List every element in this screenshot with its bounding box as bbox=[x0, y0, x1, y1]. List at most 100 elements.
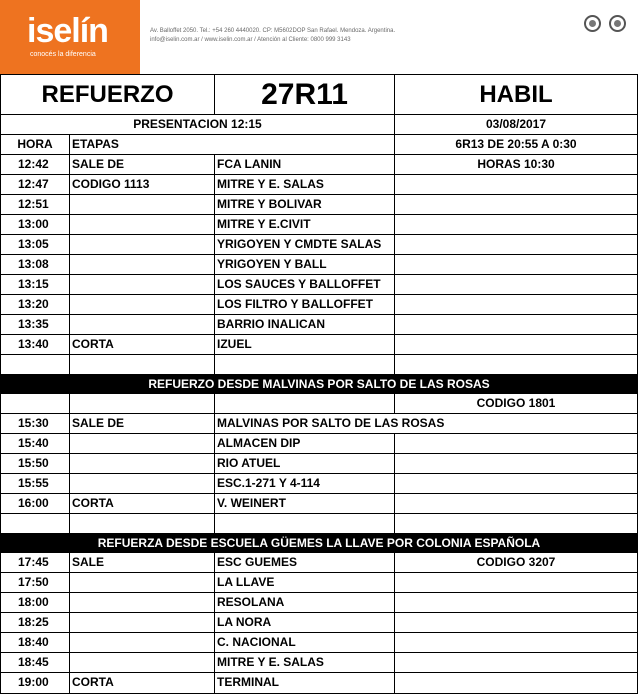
table-row: 13:35 BARRIO INALICAN bbox=[0, 315, 638, 335]
schedule-date: 03/08/2017 bbox=[485, 117, 547, 131]
row-place: C. NACIONAL bbox=[217, 635, 296, 649]
code-row: CODIGO 1801 bbox=[0, 394, 638, 414]
row-place: LOS FILTRO Y BALLOFFET bbox=[217, 297, 373, 311]
logo-tagline: conocés la diferencia bbox=[30, 51, 96, 58]
row-place: MITRE Y BOLIVAR bbox=[217, 197, 322, 211]
table-row: 12:42 SALE DE FCA LANIN HORAS 10:30 bbox=[0, 155, 638, 175]
row-time: 13:00 bbox=[18, 217, 49, 231]
row-place: TERMINAL bbox=[217, 675, 279, 689]
table-row: 15:40 ALMACEN DIP bbox=[0, 434, 638, 454]
company-logo: iselín conocés la diferencia bbox=[0, 0, 140, 74]
hours-total: HORAS 10:30 bbox=[477, 157, 555, 171]
row-place: BARRIO INALICAN bbox=[217, 317, 325, 331]
table-row: 12:51 MITRE Y BOLIVAR bbox=[0, 195, 638, 215]
column-header-time: HORA bbox=[17, 137, 53, 151]
row-place: MITRE Y E.CIVIT bbox=[217, 217, 311, 231]
row-place: RIO ATUEL bbox=[217, 456, 281, 470]
table-row: 18:45 MITRE Y E. SALAS bbox=[0, 653, 638, 673]
table-row: 12:47 CODIGO 1113 MITRE Y E. SALAS bbox=[0, 175, 638, 195]
row-time: 19:00 bbox=[18, 675, 49, 689]
row-time: 13:40 bbox=[18, 337, 49, 351]
row-time: 12:42 bbox=[18, 157, 49, 171]
row-time: 17:50 bbox=[18, 575, 49, 589]
table-row: 17:45 SALE ESC GUEMES CODIGO 3207 bbox=[0, 553, 638, 573]
row-action: CODIGO 1113 bbox=[72, 177, 150, 191]
row-place: ALMACEN DIP bbox=[217, 436, 301, 450]
row-place: LA NORA bbox=[217, 615, 272, 629]
certification-seal-icon bbox=[584, 15, 601, 32]
row-place: MALVINAS POR SALTO DE LAS ROSAS bbox=[217, 416, 445, 430]
column-header-stage: ETAPAS bbox=[72, 137, 119, 151]
row-time: 13:08 bbox=[18, 257, 49, 271]
presentation-row: PRESENTACION 12:15 03/08/2017 bbox=[0, 115, 638, 135]
row-time: 13:20 bbox=[18, 297, 49, 311]
row-action: CORTA bbox=[72, 496, 114, 510]
table-row: 15:30 SALE DE MALVINAS POR SALTO DE LAS … bbox=[0, 414, 638, 434]
route-number: 27R11 bbox=[261, 78, 348, 111]
row-place: MITRE Y E. SALAS bbox=[217, 655, 324, 669]
table-row: 16:00 CORTA V. WEINERT bbox=[0, 494, 638, 514]
row-time: 15:30 bbox=[18, 416, 49, 430]
shift-info: 6R13 DE 20:55 A 0:30 bbox=[455, 137, 577, 151]
row-time: 12:47 bbox=[18, 177, 49, 191]
table-row: 13:05 YRIGOYEN Y CMDTE SALAS bbox=[0, 235, 638, 255]
row-time: 18:25 bbox=[18, 615, 49, 629]
table-row: 13:08 YRIGOYEN Y BALL bbox=[0, 255, 638, 275]
schedule-type: REFUERZO bbox=[41, 81, 174, 108]
row-action: SALE DE bbox=[72, 416, 125, 430]
table-row: 13:20 LOS FILTRO Y BALLOFFET bbox=[0, 295, 638, 315]
letterhead: iselín conocés la diferencia Av. Balloff… bbox=[0, 0, 638, 74]
company-address: Av. Balloffet 2050. Tel.: +54 260 444002… bbox=[150, 28, 396, 34]
company-contact: info@iselin.com.ar / www.iselin.com.ar /… bbox=[150, 37, 351, 43]
row-place: YRIGOYEN Y BALL bbox=[217, 257, 327, 271]
logo-text: iselín bbox=[27, 12, 109, 50]
route-code: CODIGO 1801 bbox=[476, 396, 556, 410]
table-row: 18:40 C. NACIONAL bbox=[0, 633, 638, 653]
row-place: IZUEL bbox=[217, 337, 252, 351]
certification-seal-icon bbox=[609, 15, 626, 32]
empty-row bbox=[0, 355, 638, 375]
row-action: SALE DE bbox=[72, 157, 125, 171]
row-place: LOS SAUCES Y BALLOFFET bbox=[217, 277, 381, 291]
empty-row bbox=[0, 514, 638, 534]
row-time: 13:05 bbox=[18, 237, 49, 251]
row-action: SALE bbox=[72, 555, 105, 569]
route-code: CODIGO 3207 bbox=[476, 555, 556, 569]
table-row: 13:15 LOS SAUCES Y BALLOFFET bbox=[0, 275, 638, 295]
row-time: 16:00 bbox=[18, 496, 49, 510]
section-heading: REFUERZA DESDE ESCUELA GÜEMES LA LLAVE P… bbox=[0, 534, 638, 553]
row-time: 17:45 bbox=[18, 555, 49, 569]
table-row: 13:00 MITRE Y E.CIVIT bbox=[0, 215, 638, 235]
table-row: 18:00 RESOLANA bbox=[0, 593, 638, 613]
column-header-row: HORA ETAPAS 6R13 DE 20:55 A 0:30 bbox=[0, 135, 638, 155]
table-row: 15:55 ESC.1-271 Y 4-114 bbox=[0, 474, 638, 494]
row-place: V. WEINERT bbox=[217, 496, 286, 510]
table-row: 19:00 CORTA TERMINAL bbox=[0, 673, 638, 694]
row-place: ESC GUEMES bbox=[217, 555, 298, 569]
row-place: MITRE Y E. SALAS bbox=[217, 177, 324, 191]
presentation-time: PRESENTACION 12:15 bbox=[133, 117, 262, 131]
row-time: 15:40 bbox=[18, 436, 49, 450]
row-place: ESC.1-271 Y 4-114 bbox=[217, 476, 320, 490]
row-time: 13:35 bbox=[18, 317, 49, 331]
table-row: 18:25 LA NORA bbox=[0, 613, 638, 633]
row-time: 12:51 bbox=[18, 197, 49, 211]
row-time: 18:45 bbox=[18, 655, 49, 669]
table-row: 15:50 RIO ATUEL bbox=[0, 454, 638, 474]
day-type: HABIL bbox=[479, 81, 553, 108]
table-row: 17:50 LA LLAVE bbox=[0, 573, 638, 593]
row-time: 15:55 bbox=[18, 476, 49, 490]
row-place: LA LLAVE bbox=[217, 575, 275, 589]
table-row: 13:40 CORTA IZUEL bbox=[0, 335, 638, 355]
row-place: RESOLANA bbox=[217, 595, 285, 609]
row-action: CORTA bbox=[72, 675, 114, 689]
row-time: 18:40 bbox=[18, 635, 49, 649]
row-place: YRIGOYEN Y CMDTE SALAS bbox=[217, 237, 382, 251]
row-action: CORTA bbox=[72, 337, 114, 351]
row-time: 15:50 bbox=[18, 456, 49, 470]
row-time: 18:00 bbox=[18, 595, 49, 609]
row-time: 13:15 bbox=[18, 277, 49, 291]
row-place: FCA LANIN bbox=[217, 157, 282, 171]
section-heading: REFUERZO DESDE MALVINAS POR SALTO DE LAS… bbox=[0, 375, 638, 394]
title-row: REFUERZO 27R11 HABIL bbox=[0, 74, 638, 115]
